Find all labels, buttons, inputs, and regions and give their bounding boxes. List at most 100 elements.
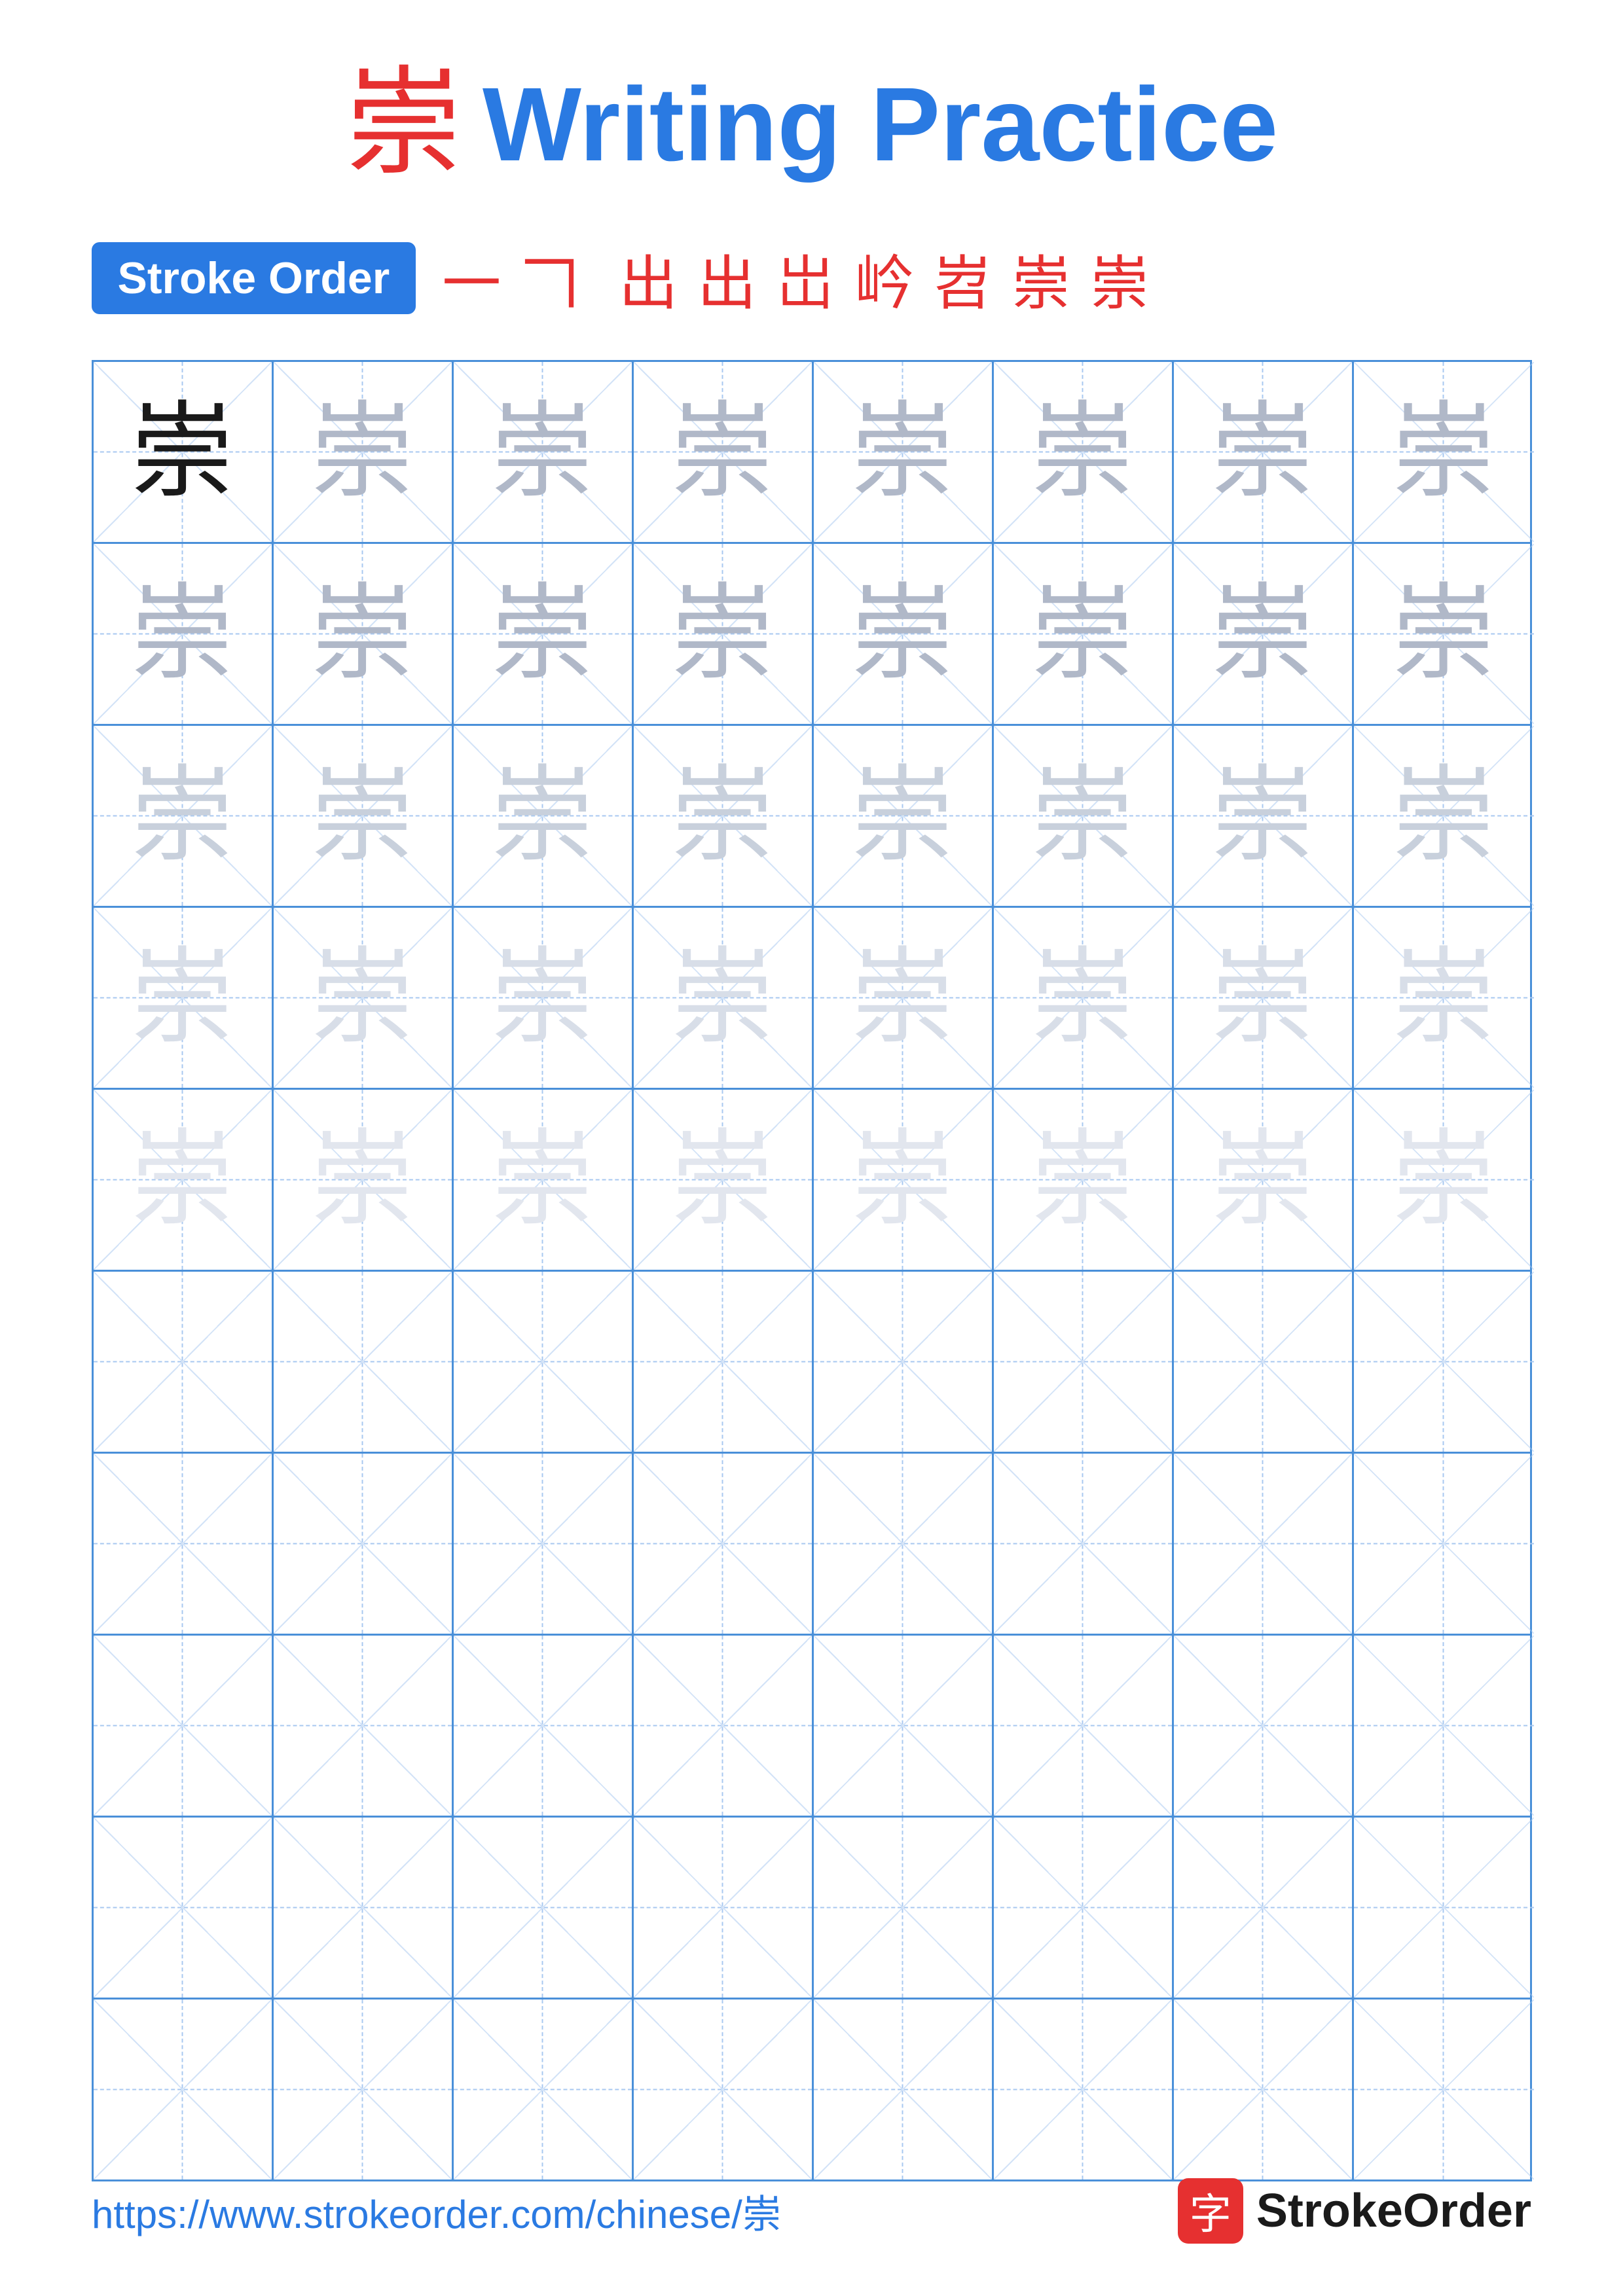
grid-cell[interactable] [634,1818,814,1998]
grid-cell[interactable] [814,1818,994,1998]
grid-cell[interactable]: 崇 [1354,544,1534,724]
grid-cell[interactable]: 崇 [1174,908,1354,1088]
grid-cell[interactable]: 崇 [454,544,634,724]
grid-cell[interactable] [814,1636,994,1816]
grid-cell[interactable]: 崇 [814,726,994,906]
grid-cell[interactable]: 崇 [634,908,814,1088]
grid-cell[interactable] [1174,1636,1354,1816]
grid-cell[interactable]: 崇 [814,544,994,724]
grid-cell[interactable]: 崇 [94,726,274,906]
grid-cell[interactable] [634,1636,814,1816]
grid-cell[interactable]: 崇 [994,544,1174,724]
grid-cell[interactable]: 崇 [1174,726,1354,906]
grid-cell[interactable] [454,1818,634,1998]
grid-cell[interactable]: 崇 [634,544,814,724]
grid-cell[interactable]: 崇 [454,362,634,542]
grid-cell[interactable]: 崇 [94,544,274,724]
practice-character: 崇 [1391,400,1496,505]
grid-cell[interactable] [94,1818,274,1998]
grid-row: 崇崇崇崇崇崇崇崇 [94,544,1530,726]
grid-cell[interactable]: 崇 [1354,908,1534,1088]
grid-cell[interactable] [1354,1818,1534,1998]
grid-cell[interactable] [814,1454,994,1634]
grid-cell[interactable] [1354,1454,1534,1634]
practice-character: 崇 [130,1128,234,1232]
grid-cell[interactable]: 崇 [1354,1090,1534,1270]
grid-cell[interactable] [634,1454,814,1634]
grid-cell[interactable]: 崇 [994,908,1174,1088]
grid-cell[interactable]: 崇 [994,1090,1174,1270]
footer: https://www.strokeorder.com/chinese/崇 字 … [92,2178,1531,2244]
grid-cell[interactable]: 崇 [814,908,994,1088]
grid-cell[interactable] [634,2000,814,2179]
grid-row [94,1636,1530,1818]
grid-cell[interactable] [274,1818,454,1998]
title-character: 崇 [345,65,463,183]
practice-character: 崇 [1391,1128,1496,1232]
grid-cell[interactable] [814,1272,994,1452]
grid-cell[interactable]: 崇 [814,362,994,542]
grid-cell[interactable]: 崇 [634,726,814,906]
grid-cell[interactable]: 崇 [454,1090,634,1270]
grid-cell[interactable] [94,2000,274,2179]
grid-cell[interactable] [1354,1636,1534,1816]
grid-cell[interactable] [994,1818,1174,1998]
grid-cell[interactable]: 崇 [94,908,274,1088]
grid-cell[interactable] [994,1454,1174,1634]
practice-character: 崇 [130,946,234,1050]
grid-cell[interactable] [454,1454,634,1634]
grid-cell[interactable] [994,2000,1174,2179]
practice-character: 崇 [1030,582,1135,687]
grid-cell[interactable] [1174,1818,1354,1998]
grid-cell[interactable] [94,1454,274,1634]
grid-cell[interactable]: 崇 [814,1090,994,1270]
grid-cell[interactable]: 崇 [634,1090,814,1270]
grid-cell[interactable]: 崇 [994,362,1174,542]
grid-cell[interactable]: 崇 [94,1090,274,1270]
grid-cell[interactable] [94,1272,274,1452]
grid-cell[interactable] [1354,1272,1534,1452]
grid-cell[interactable] [94,1636,274,1816]
grid-cell[interactable]: 崇 [1354,726,1534,906]
grid-cell[interactable]: 崇 [274,362,454,542]
grid-cell[interactable] [634,1272,814,1452]
grid-cell[interactable] [454,2000,634,2179]
grid-row [94,1272,1530,1454]
grid-cell[interactable] [1174,1454,1354,1634]
grid-cell[interactable]: 崇 [994,726,1174,906]
grid-cell[interactable] [1174,2000,1354,2179]
grid-row: 崇崇崇崇崇崇崇崇 [94,1090,1530,1272]
grid-cell[interactable]: 崇 [634,362,814,542]
practice-character: 崇 [670,1128,775,1232]
grid-cell[interactable]: 崇 [94,362,274,542]
grid-cell[interactable]: 崇 [1174,544,1354,724]
grid-cell[interactable] [274,1454,454,1634]
practice-character: 崇 [1391,582,1496,687]
grid-cell[interactable]: 崇 [274,726,454,906]
footer-url[interactable]: https://www.strokeorder.com/chinese/崇 [92,2183,782,2240]
grid-cell[interactable] [1174,1272,1354,1452]
practice-character: 崇 [310,946,414,1050]
footer-logo: 字 StrokeOrder [1178,2178,1531,2244]
grid-cell[interactable] [274,1636,454,1816]
grid-row: 崇崇崇崇崇崇崇崇 [94,362,1530,544]
grid-cell[interactable]: 崇 [274,908,454,1088]
grid-cell[interactable] [274,1272,454,1452]
grid-cell[interactable] [994,1272,1174,1452]
grid-cell[interactable]: 崇 [454,908,634,1088]
grid-cell[interactable]: 崇 [1174,1090,1354,1270]
grid-cell[interactable] [454,1636,634,1816]
grid-cell[interactable] [1354,2000,1534,2179]
grid-cell[interactable]: 崇 [454,726,634,906]
grid-cell[interactable] [814,2000,994,2179]
practice-character: 崇 [490,582,594,687]
grid-cell[interactable] [994,1636,1174,1816]
grid-cell[interactable]: 崇 [1354,362,1534,542]
grid-cell[interactable] [454,1272,634,1452]
grid-cell[interactable] [274,2000,454,2179]
stroke-char-9: 崇 [1012,236,1070,321]
stroke-order-chars: 一 𠃍 𡴞 出 出 岀 岒 岧 崇 崇 [442,236,1149,321]
grid-cell[interactable]: 崇 [1174,362,1354,542]
grid-cell[interactable]: 崇 [274,1090,454,1270]
grid-cell[interactable]: 崇 [274,544,454,724]
